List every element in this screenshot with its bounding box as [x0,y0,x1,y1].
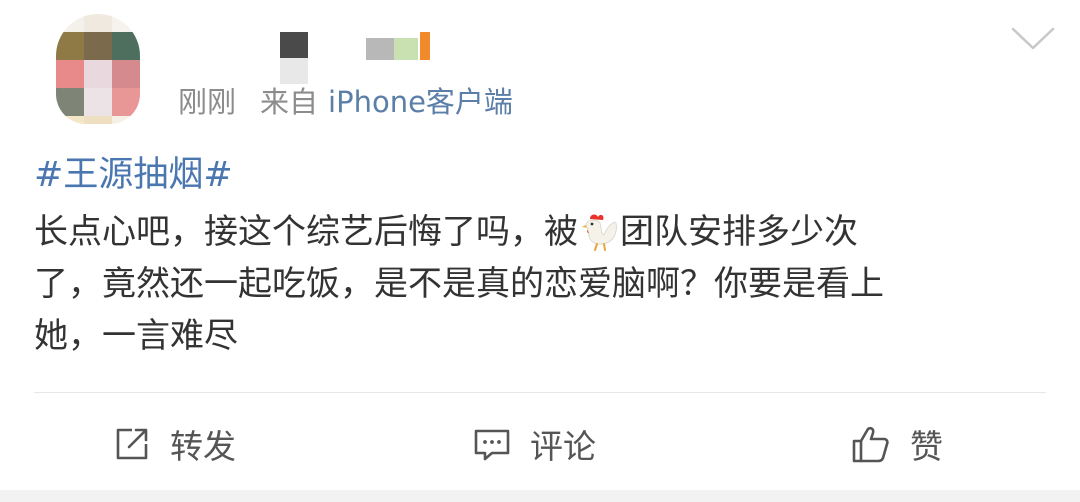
post-meta: 刚刚 来自 iPhone客户端 [178,82,513,122]
repost-label: 转发 [170,427,236,466]
comment-button[interactable]: 评论 [472,416,596,472]
card-separator [0,490,1080,502]
content-line: 了，竟然还一起吃饭，是不是真的恋爱脑啊？你要是看上 [34,264,884,304]
hashtag-link[interactable]: #王源抽烟# [34,150,233,200]
source-prefix: 来自 [260,85,319,119]
content-text: 团队安排多少次 [620,212,858,252]
share-icon [116,428,148,460]
content-line: 她，一言难尽 [34,316,238,356]
avatar[interactable] [56,14,140,124]
comment-icon [474,429,510,461]
repost-button[interactable]: 转发 [112,416,236,472]
thumbs-up-icon [852,426,889,463]
post-time: 刚刚 [178,85,237,119]
username-pixelated[interactable] [280,32,440,88]
rooster-emoji-icon [582,214,617,251]
like-button[interactable]: 赞 [850,416,943,472]
comment-label: 评论 [530,427,596,466]
like-label: 赞 [910,427,943,466]
content-line: 长点心吧，接这个综艺后悔了吗，被 团队安排多少次 [34,206,1044,258]
weibo-post-card: 刚刚 来自 iPhone客户端 #王源抽烟# 长点心吧，接这个综艺后悔了吗，被 团队… [0,0,1080,502]
divider [34,392,1046,393]
post-source-link[interactable]: iPhone客户端 [328,85,513,119]
chevron-down-icon[interactable] [1010,24,1056,54]
post-content: 长点心吧，接这个综艺后悔了吗，被 团队安排多少次 了，竟然还一起吃饭，是不是真的… [34,206,1044,362]
content-text: 长点心吧，接这个综艺后悔了吗，被 [34,212,578,252]
